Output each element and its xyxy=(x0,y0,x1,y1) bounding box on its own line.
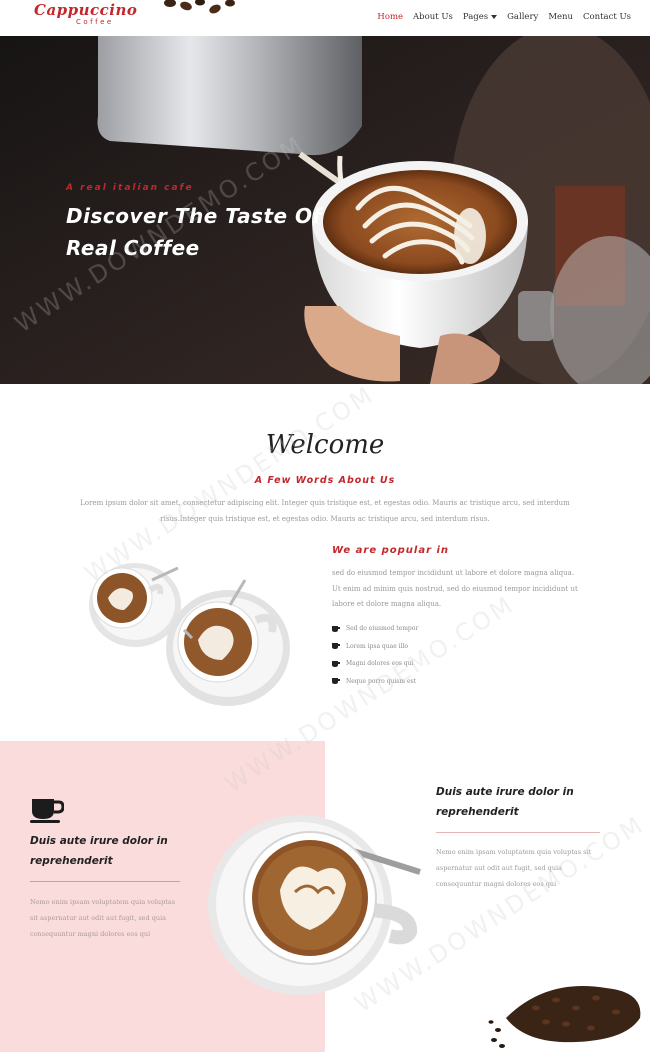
nav-menu[interactable]: Menu xyxy=(543,12,578,22)
divider xyxy=(436,832,600,833)
welcome-heading: Welcome xyxy=(265,430,385,460)
list-item-text: Sed do eiusmod tempor xyxy=(346,625,419,633)
coffee-cup-icon xyxy=(332,660,340,667)
list-item-text: Lorem ipsa quae illo xyxy=(346,642,409,650)
main-menu: Home About Us Pages Gallery Menu Contact… xyxy=(372,12,636,22)
popular-list: Sed do eiusmod tempor Lorem ipsa quae il… xyxy=(332,620,418,690)
two-coffee-cups-image xyxy=(89,563,290,706)
logo-subtext: Coffee xyxy=(76,18,114,26)
coffee-cup-icon xyxy=(332,643,340,650)
hero-banner: A real italian cafe Discover The Taste O… xyxy=(0,36,650,384)
feature-right-text: Nemo enim ipsam voluptatem quia voluptas… xyxy=(436,848,592,888)
list-item-text: Magni dolores eos qui xyxy=(346,660,414,668)
popular-paragraph: sed do eiusmod tempor incididunt ut labo… xyxy=(332,569,578,608)
list-item-text: Neque porro quism est xyxy=(346,677,417,685)
coffee-beans-pile-image xyxy=(488,986,641,1048)
coffee-cup-icon xyxy=(332,678,340,685)
nav-about-us[interactable]: About Us xyxy=(408,12,458,22)
list-item: Neque porro quism est xyxy=(332,673,418,691)
welcome-subheading: A Few Words About Us xyxy=(254,475,396,486)
chevron-down-icon xyxy=(491,14,498,19)
top-navbar: Cappuccino Coffee Home About Us Pages Ga… xyxy=(0,0,650,36)
list-item: Lorem ipsa quae illo xyxy=(332,638,418,656)
popular-heading: We are popular in xyxy=(332,545,450,556)
list-item: Sed do eiusmod tempor xyxy=(332,620,418,638)
feature-left-text: Nemo enim ipsam voluptatem quia voluptas… xyxy=(30,898,176,938)
coffee-cup-icon xyxy=(30,799,64,823)
cappuccino-cup-image xyxy=(208,815,421,995)
list-item: Magni dolores eos qui xyxy=(332,655,418,673)
nav-pages[interactable]: Pages xyxy=(458,12,502,22)
hero-title: Discover The Taste Of Real Coffee xyxy=(66,204,322,260)
logo-text: Cappuccino xyxy=(34,1,138,19)
coffee-beans-decoration xyxy=(164,0,235,14)
feature-right-heading: Duis aute irure dolor in reprehenderit xyxy=(436,786,574,818)
nav-gallery[interactable]: Gallery xyxy=(502,12,543,22)
nav-home[interactable]: Home xyxy=(372,12,408,22)
hero-kicker: A real italian cafe xyxy=(66,183,194,193)
nav-contact-us[interactable]: Contact Us xyxy=(578,12,636,22)
welcome-paragraph: Lorem ipsum dolor sit amet, consectetur … xyxy=(80,499,570,523)
site-logo[interactable]: Cappuccino Coffee xyxy=(34,2,137,26)
feature-left-heading: Duis aute irure dolor in reprehenderit xyxy=(30,835,168,867)
nav-pages-label: Pages xyxy=(462,12,489,22)
divider xyxy=(30,881,180,882)
coffee-cup-icon xyxy=(332,625,340,632)
